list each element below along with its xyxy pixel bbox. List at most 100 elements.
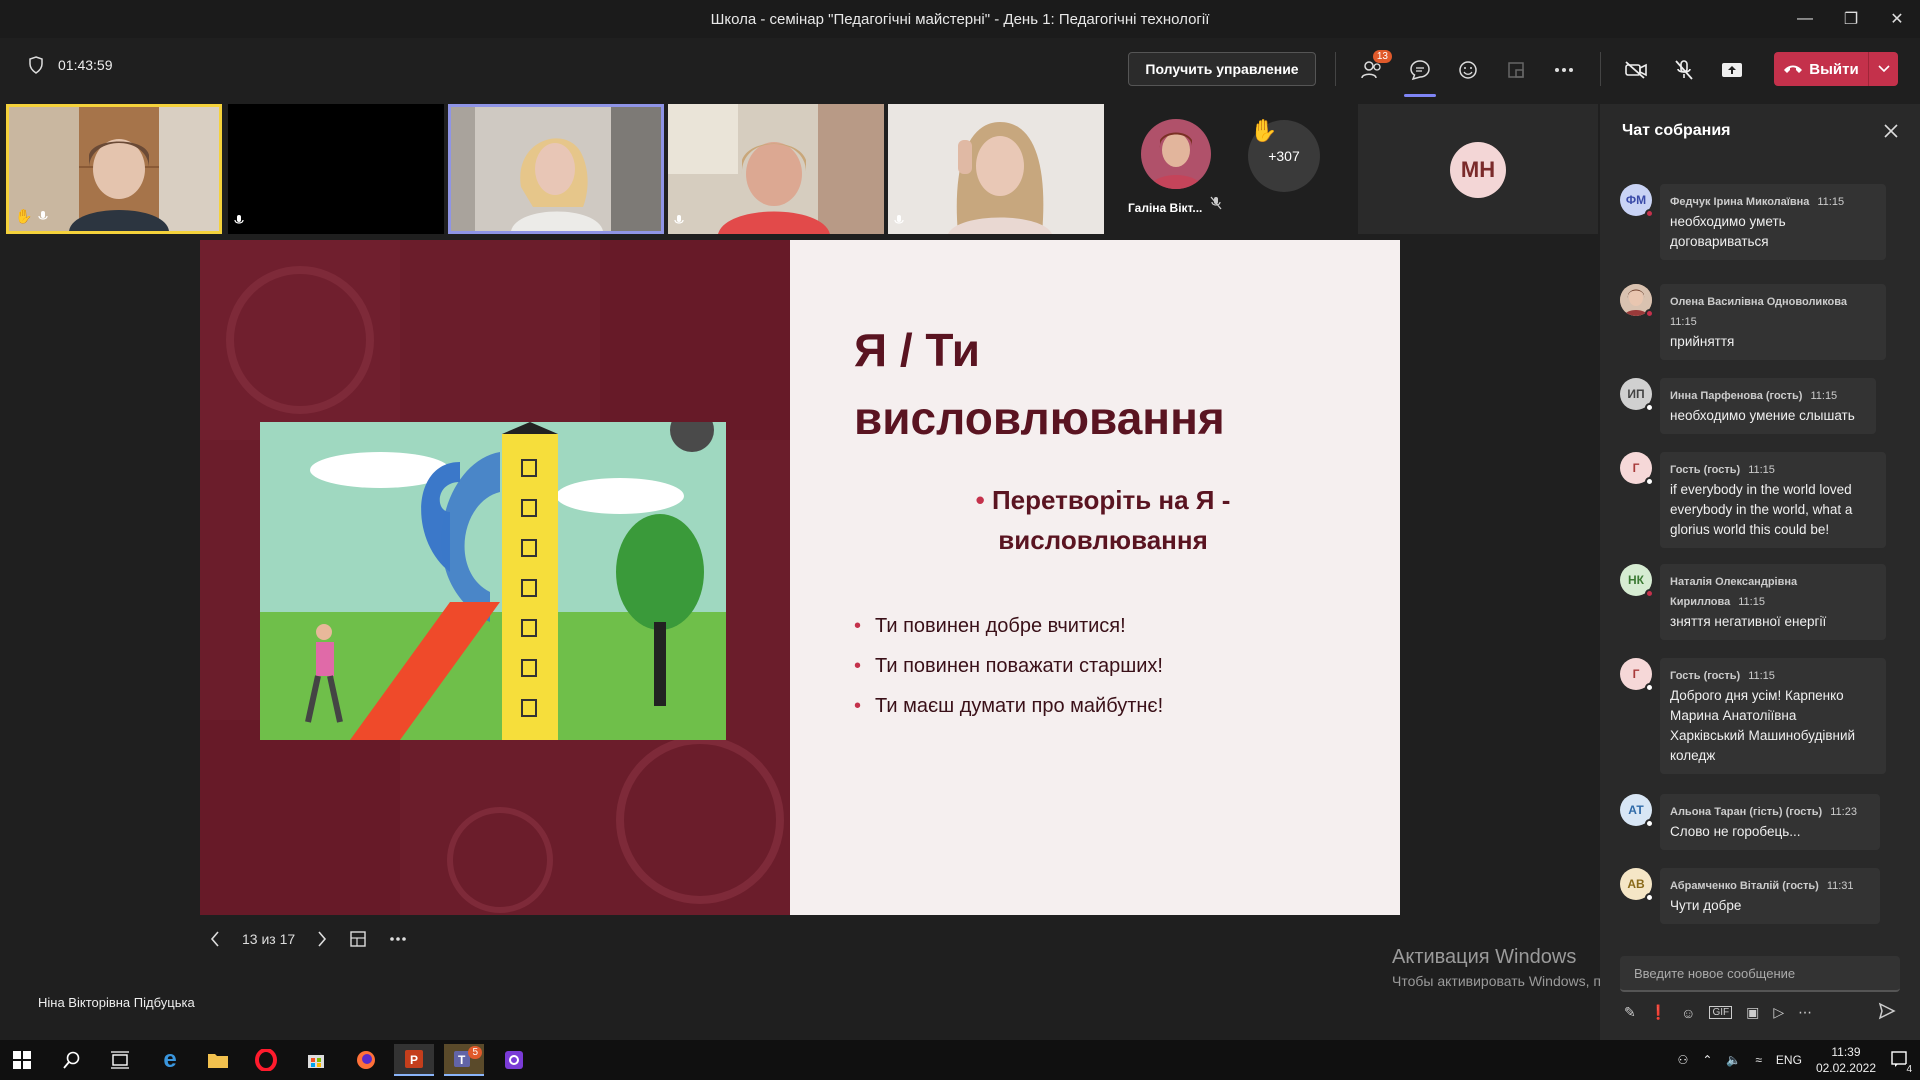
chat-message[interactable]: НК Наталія Олександрівна Кириллова 11:15 …	[1620, 564, 1886, 640]
leave-button-main[interactable]: Выйти	[1774, 61, 1868, 78]
system-tray: ⚇ ⌃ 🔈 ≈ ENG 11:39 02.02.2022 4	[1678, 1040, 1912, 1080]
chat-icon[interactable]	[1404, 54, 1436, 86]
chat-author: Абрамченко Віталій (гость)	[1670, 880, 1819, 892]
overflow-count: +307	[1268, 148, 1300, 164]
chevron-left-icon[interactable]	[210, 931, 220, 947]
status-dot	[1645, 209, 1654, 218]
chevron-up-icon[interactable]: ⌃	[1702, 1053, 1712, 1067]
reactions-icon[interactable]	[1452, 54, 1484, 86]
opera-icon[interactable]	[246, 1044, 286, 1076]
chat-header: Чат собрания	[1600, 104, 1920, 158]
chat-message[interactable]: ФМ Федчук Ірина Миколаївна 11:15 необходи…	[1620, 184, 1886, 260]
slide-navigation: 13 из 17	[210, 930, 407, 948]
chat-time: 11:15	[1748, 464, 1775, 476]
volume-icon[interactable]: 🔈	[1726, 1053, 1741, 1067]
status-dot	[1645, 683, 1654, 692]
chat-active-indicator	[1404, 94, 1436, 97]
chat-meta: Абрамченко Віталій (гость) 11:31	[1670, 876, 1868, 896]
status-dot	[1645, 403, 1654, 412]
tile-status	[894, 214, 904, 228]
avatar-initials: НК	[1628, 573, 1644, 587]
window-controls: — ❐ ✕	[1782, 0, 1920, 38]
chat-meta: Инна Парфенова (гость) 11:15	[1670, 386, 1864, 406]
powerpoint-icon[interactable]: P	[394, 1044, 434, 1076]
avatar-initials: ИП	[1627, 387, 1645, 401]
chat-text: Слово не горобець...	[1670, 824, 1801, 839]
slide-bullet-text: Ти повинен поважати старших!	[875, 655, 1163, 677]
edge-icon[interactable]: e	[150, 1044, 190, 1076]
chat-bubble: Наталія Олександрівна Кириллова 11:15 зня…	[1660, 564, 1886, 640]
participant-video-tile[interactable]: ✋	[6, 104, 222, 234]
important-icon[interactable]: ❗	[1650, 1004, 1667, 1021]
minimize-icon[interactable]: —	[1782, 0, 1828, 38]
slides-grid-icon[interactable]	[349, 930, 367, 948]
participant-video-tile[interactable]	[228, 104, 444, 234]
chat-author: Наталія Олександрівна Кириллова	[1670, 576, 1798, 608]
chat-message[interactable]: Г Гость (гость) 11:15 Доброго дня усім! К…	[1620, 658, 1886, 774]
slide-bullet-text: Ти повинен добре вчитися!	[875, 615, 1126, 637]
firefox-icon[interactable]	[346, 1044, 386, 1076]
task-view-icon[interactable]	[100, 1044, 140, 1076]
chevron-right-icon[interactable]	[317, 931, 327, 947]
leave-dropdown[interactable]	[1868, 52, 1898, 86]
chat-message[interactable]: ИП Инна Парфенова (гость) 11:15 необходим…	[1620, 378, 1876, 434]
participant-avatar-tile[interactable]: МН	[1358, 104, 1598, 234]
chat-message[interactable]: Олена Василівна Одноволикова 11:15 прийня…	[1620, 284, 1886, 360]
participant-video-tile[interactable]	[888, 104, 1104, 234]
leave-button[interactable]: Выйти	[1774, 52, 1898, 86]
share-screen-icon[interactable]	[1716, 54, 1748, 86]
stream-icon[interactable]: ▷	[1773, 1004, 1784, 1021]
slide-subtitle-line2: висловлювання	[998, 525, 1208, 555]
slide-illustration	[260, 422, 726, 740]
chat-message[interactable]: Г Гость (гость) 11:15 if everybody in the…	[1620, 452, 1886, 548]
screen-recorder-icon[interactable]	[494, 1044, 534, 1076]
restore-icon[interactable]: ❐	[1828, 0, 1874, 38]
participant-video-tile[interactable]	[448, 104, 664, 234]
leave-label: Выйти	[1809, 60, 1859, 78]
close-icon[interactable]	[1884, 124, 1898, 138]
participant-video	[451, 107, 661, 231]
participants-icon[interactable]: 13	[1356, 50, 1392, 86]
close-window-icon[interactable]: ✕	[1874, 0, 1920, 38]
language-indicator[interactable]: ENG	[1776, 1053, 1802, 1067]
teams-icon[interactable]: T 5	[444, 1044, 484, 1076]
status-dot	[1645, 309, 1654, 318]
file-explorer-icon[interactable]	[198, 1044, 238, 1076]
chat-text: необходимо умение слышать	[1670, 408, 1855, 423]
search-icon[interactable]	[52, 1044, 92, 1076]
send-icon[interactable]	[1878, 1002, 1896, 1020]
windows-start-icon[interactable]	[2, 1044, 42, 1076]
chat-compose-input[interactable]: Введите новое сообщение	[1620, 956, 1900, 992]
gif-icon[interactable]: GIF	[1709, 1006, 1733, 1019]
chat-bubble: Гость (гость) 11:15 if everybody in the w…	[1660, 452, 1886, 548]
people-icon[interactable]: ⚇	[1678, 1053, 1689, 1067]
chat-meta: Федчук Ірина Миколаївна 11:15	[1670, 192, 1874, 212]
taskbar-clock[interactable]: 11:39 02.02.2022	[1816, 1044, 1876, 1076]
chat-text: if everybody in the world loved everybod…	[1670, 482, 1853, 537]
tile-status	[674, 214, 684, 228]
chat-time: 11:15	[1738, 596, 1765, 608]
mic-off-icon[interactable]	[1668, 54, 1700, 86]
rooms-icon[interactable]	[1500, 54, 1532, 86]
take-control-button[interactable]: Получить управление	[1128, 52, 1316, 86]
more-compose-icon[interactable]: ⋯	[1798, 1004, 1812, 1021]
chat-message[interactable]: АВ Абрамченко Віталій (гость) 11:31 Чути …	[1620, 868, 1880, 924]
sticker-icon[interactable]: ▣	[1746, 1004, 1759, 1021]
chat-message[interactable]: АТ Альона Таран (гість) (гость) 11:23 Сло…	[1620, 794, 1880, 850]
participant-video-tile[interactable]	[668, 104, 884, 234]
chat-author: Гость (гость)	[1670, 464, 1741, 476]
mic-icon	[894, 215, 904, 224]
slide-title-line2: висловлювання	[854, 392, 1225, 444]
network-icon[interactable]: ≈	[1755, 1053, 1762, 1067]
meeting-toolbar: 01:43:59 Получить управление 13 Выйти	[0, 38, 1920, 100]
avatar: ИП	[1620, 378, 1654, 412]
camera-off-icon[interactable]	[1620, 54, 1652, 86]
store-icon[interactable]	[296, 1044, 336, 1076]
chat-bubble: Альона Таран (гість) (гость) 11:23 Слово …	[1660, 794, 1880, 850]
format-icon[interactable]: ✎	[1624, 1004, 1636, 1021]
emoji-icon[interactable]: ☺	[1681, 1005, 1695, 1021]
notifications-icon[interactable]: 4	[1890, 1050, 1912, 1075]
window-title: Школа - семінар "Педагогічні майстерні" …	[710, 10, 1210, 28]
more-actions-icon[interactable]	[1548, 54, 1580, 86]
more-options-icon[interactable]	[389, 936, 407, 942]
